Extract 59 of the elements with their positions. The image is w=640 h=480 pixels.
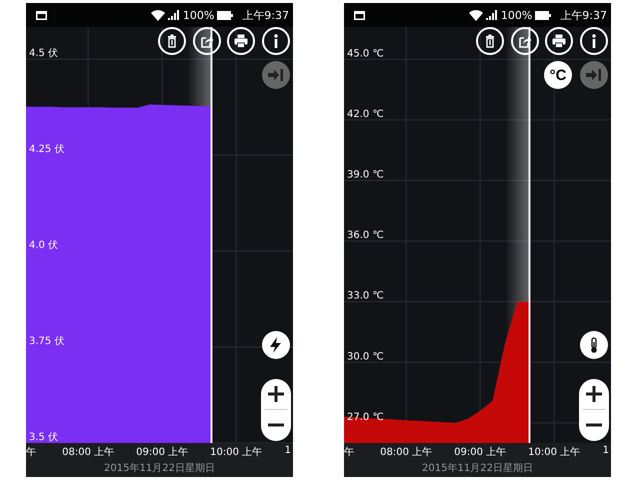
x-axis-label: 1 — [602, 445, 609, 456]
y-axis-label: 4.25 伏 — [29, 144, 64, 156]
info-button[interactable] — [580, 27, 608, 55]
y-axis-label: 33.0 ℃ — [347, 290, 384, 302]
x-axis-label: 午 — [344, 446, 354, 459]
x-axis-label: 午 — [26, 446, 36, 459]
unit-button[interactable]: °C — [544, 61, 572, 89]
y-axis-label: 30.0 ℃ — [347, 351, 384, 362]
info-icon — [592, 34, 596, 48]
jump-to-end-button[interactable] — [580, 61, 608, 89]
y-axis-label: 42.0 ℃ — [347, 108, 384, 120]
jump-to-end-button[interactable] — [262, 61, 290, 89]
battery-percent: 100% — [500, 8, 532, 22]
power-button[interactable] — [262, 331, 290, 359]
printer-icon — [233, 33, 249, 49]
signal-icon — [486, 10, 498, 20]
info-button[interactable] — [262, 27, 290, 55]
signal-icon — [168, 10, 180, 20]
x-axis-label: 10:00 上午 — [210, 446, 262, 459]
plus-icon — [268, 386, 284, 402]
print-button[interactable] — [545, 27, 573, 55]
plus-icon — [586, 386, 602, 402]
minus-icon — [586, 423, 602, 427]
temperature-button[interactable] — [580, 331, 608, 359]
battery-icon — [217, 10, 234, 20]
printer-icon — [551, 33, 567, 49]
x-axis-label: 10:00 上午 — [528, 446, 580, 459]
x-axis-label: 08:00 上午 — [62, 446, 114, 459]
chart-date: 2015年11月22日星期日 — [26, 461, 293, 477]
share-button[interactable] — [192, 27, 220, 55]
delete-button[interactable] — [476, 27, 504, 55]
y-axis-label: 36.0 ℃ — [347, 230, 384, 242]
x-axis-label: 09:00 上午 — [136, 446, 188, 459]
delete-button[interactable] — [158, 27, 186, 55]
clock-time: 上午9:37 — [560, 8, 607, 22]
arrow-to-bar-icon — [268, 68, 284, 82]
x-axis-label: 09:00 上午 — [454, 446, 506, 459]
minus-icon — [268, 423, 284, 427]
y-axis-label: 3.75 伏 — [29, 336, 64, 347]
arrow-to-bar-icon — [586, 68, 602, 82]
wifi-icon — [468, 10, 483, 20]
info-icon — [274, 34, 278, 48]
x-axis-label: 08:00 上午 — [380, 446, 432, 459]
battery-icon — [535, 10, 552, 20]
share-button[interactable] — [510, 27, 538, 55]
y-axis-label: 3.5 伏 — [29, 432, 58, 443]
y-axis-label: 39.0 ℃ — [347, 170, 384, 180]
image-icon — [354, 10, 365, 20]
lightning-icon — [268, 337, 284, 353]
clock-time: 上午9:37 — [242, 8, 289, 22]
print-button[interactable] — [227, 27, 255, 55]
y-axis-label: 4.5 伏 — [29, 48, 58, 60]
x-axis-label: 1 — [284, 445, 291, 456]
image-icon — [36, 10, 47, 20]
wifi-icon — [150, 10, 165, 20]
battery-percent: 100% — [182, 8, 214, 22]
chart-date: 2015年11月22日星期日 — [344, 461, 611, 477]
y-axis-label: 45.0 ℃ — [347, 48, 384, 60]
y-axis-label: 4.0 伏 — [29, 240, 58, 252]
